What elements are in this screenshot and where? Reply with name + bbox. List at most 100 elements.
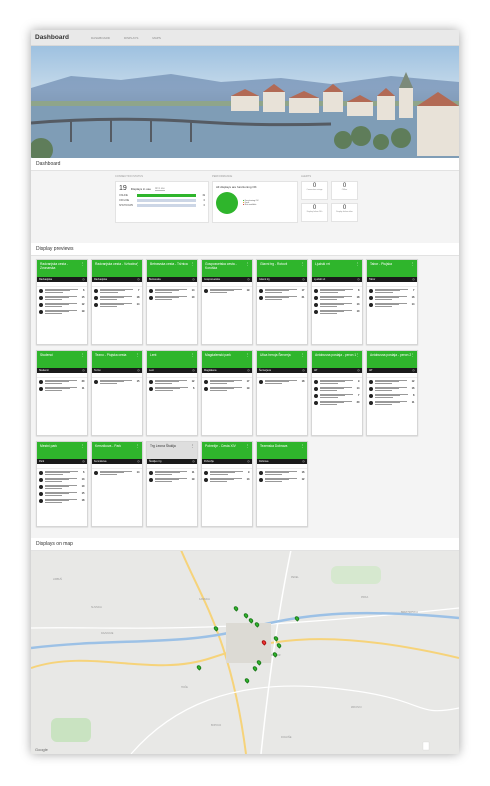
line-badge-icon [149, 477, 153, 482]
preview-stop-name: Park [39, 460, 45, 463]
line-badge-icon [369, 386, 373, 391]
display-preview-card[interactable]: Lent ⋮ Lent ◷ 12 6 [146, 350, 198, 436]
display-preview-card[interactable]: Kersnikova - Park ⋮ Kersnikova ◷ 14 [91, 441, 143, 527]
more-options-icon[interactable]: ⋮ [301, 262, 305, 266]
arrival-minutes: 8 [413, 394, 415, 397]
display-preview-card[interactable]: Ljudski vrt ⋮ Ljudski vrt ◷ 8 18 13 10 [311, 259, 363, 345]
status-row-label: ONLINE [119, 194, 128, 197]
more-options-icon[interactable]: ⋮ [136, 444, 140, 448]
clock-icon: ◷ [412, 278, 415, 281]
map-canvas[interactable]: Google LIMBUŠ SLIVNICA RAZVANJE HOČE BOH… [31, 538, 459, 754]
display-preview-card[interactable]: Avtobusna postaja - peron 2 ⋮ AP ◷ 12 16 8 11 [366, 350, 418, 436]
arrival-minutes: 15 [81, 296, 85, 299]
arrival-row: 10 [147, 294, 197, 301]
arrival-minutes: 16 [411, 387, 415, 390]
clock-icon: ◷ [192, 278, 195, 281]
more-options-icon[interactable]: ⋮ [81, 444, 85, 448]
clock-icon: ◷ [302, 278, 305, 281]
alerts-label: ALERTS [301, 175, 312, 178]
line-badge-icon [94, 295, 98, 300]
line-badge-icon [369, 379, 373, 384]
display-preview-card[interactable]: Radvanjska cesta - Vzhodna ⋮ Radvanjska ◷ 7… [91, 259, 143, 345]
arrival-minutes: 18 [81, 499, 85, 502]
more-options-icon[interactable]: ⋮ [136, 353, 140, 357]
display-preview-card[interactable]: Glavni trg - Rotovž ⋮ Glavni trg ◷ 17 21 [256, 259, 308, 345]
more-options-icon[interactable]: ⋮ [246, 444, 250, 448]
more-options-icon[interactable]: ⋮ [81, 353, 85, 357]
alert-tile[interactable]: 0 Connection outage [301, 181, 328, 200]
status-filter-select[interactable]: All in use [154, 187, 165, 191]
display-preview-card[interactable]: Tezenska Dobrava ⋮ Dobrava ◷ 16 12 [256, 441, 308, 527]
preview-title: Ulica heroja Šercerja [260, 353, 291, 357]
line-badge-icon [39, 379, 43, 384]
display-preview-card[interactable]: Radvanjska cesta - Zvonarska ⋮ Radvanjska ◷… [36, 259, 88, 345]
display-preview-card[interactable]: Avtobusna postaja - peron 1 ⋮ AP ◷ 9 14 7 20 [311, 350, 363, 436]
line-badge-icon [314, 288, 318, 293]
route-text [44, 303, 81, 307]
more-options-icon[interactable]: ⋮ [191, 353, 195, 357]
display-preview-card[interactable]: Magdalenski park ⋮ Magdalena ◷ 17 19 [201, 350, 253, 436]
preview-title: Avtobusna postaja - peron 1 [315, 353, 357, 357]
line-badge-icon [39, 295, 43, 300]
route-text [44, 485, 81, 489]
clock-icon: ◷ [137, 278, 140, 281]
map-label: KAMNICA [199, 598, 210, 601]
display-preview-card[interactable]: Trg Leona Štuklja ⋮ Štukljev trg ◷ 11 19 [146, 441, 198, 527]
arrival-row: 8 [312, 287, 362, 294]
preview-title: Radvanjska cesta - Vzhodna [95, 262, 137, 266]
more-options-icon[interactable]: ⋮ [356, 353, 360, 357]
route-text [99, 471, 136, 475]
nav-displays[interactable]: DISPLAYS [124, 36, 138, 40]
display-preview-card[interactable]: Tezno - Ptujska cesta ⋮ Tezno ◷ 15 [91, 350, 143, 436]
display-preview-card[interactable]: Ulica heroja Šercerja ⋮ Šercerjeva ◷ 18 [256, 350, 308, 436]
route-text [154, 380, 191, 384]
status-bar [137, 199, 196, 202]
clock-icon: ◷ [82, 369, 85, 372]
alert-tile[interactable]: 0 Display failure other [331, 203, 358, 222]
performance-card: All displays are functioning OK ■ Functi… [212, 181, 298, 223]
more-options-icon[interactable]: ⋮ [246, 262, 250, 266]
nav-dashboard[interactable]: DASHBOARD [91, 36, 110, 40]
arrival-row: 15 [37, 294, 87, 301]
arrival-row: 19 [37, 308, 87, 315]
display-preview-card[interactable]: Mestni park ⋮ Park ◷ 6 13 10 15 18 [36, 441, 88, 527]
arrival-row: 6 [37, 287, 87, 294]
more-options-icon[interactable]: ⋮ [136, 262, 140, 266]
alert-tile[interactable]: 0 Offline [331, 181, 358, 200]
line-badge-icon [259, 470, 263, 475]
display-preview-card[interactable]: Studenci ⋮ Studenci ◷ 20 11 [36, 350, 88, 436]
arrival-minutes: 14 [136, 303, 140, 306]
status-row: SHUTDOWN 0 [119, 204, 205, 207]
more-options-icon[interactable]: ⋮ [301, 444, 305, 448]
route-text [154, 296, 191, 300]
more-options-icon[interactable]: ⋮ [81, 262, 85, 266]
more-options-icon[interactable]: ⋮ [301, 353, 305, 357]
preview-title-bar: Radvanjska cesta - Zvonarska ⋮ [37, 260, 87, 277]
display-preview-card[interactable]: Pobrežje - Cesta XIV ⋮ Pobrežje ◷ 9 13 [201, 441, 253, 527]
arrival-minutes: 13 [246, 478, 250, 481]
map-section[interactable]: Displays on map Google LIMBUŠ SLIVNICA R… [31, 538, 459, 754]
more-options-icon[interactable]: ⋮ [191, 262, 195, 266]
arrival-row: 6 [37, 469, 87, 476]
alert-tile[interactable]: 0 Display failure 24h [301, 203, 328, 222]
more-options-icon[interactable]: ⋮ [356, 262, 360, 266]
arrival-row: 14 [92, 301, 142, 308]
more-options-icon[interactable]: ⋮ [411, 262, 415, 266]
display-preview-card[interactable]: Gosposvetska cesta - Koroška ⋮ Gosposvetsk… [201, 259, 253, 345]
preview-stop-name: Studenci [39, 369, 49, 372]
display-preview-card[interactable]: Tabor - Ptujska ⋮ Tabor ◷ 7 16 14 [366, 259, 418, 345]
display-preview-card[interactable]: Betnavska cesta - Tržnica ⋮ Betnavska ◷ 14 1… [146, 259, 198, 345]
route-text [154, 387, 192, 391]
nav-maps[interactable]: MAPS [152, 36, 161, 40]
preview-stop-name: Kersnikova [94, 460, 107, 463]
map-label: ZRKOVCI [351, 706, 362, 709]
route-text [319, 289, 357, 293]
more-options-icon[interactable]: ⋮ [246, 353, 250, 357]
arrival-minutes: 18 [136, 296, 140, 299]
preview-title-bar: Pobrežje - Cesta XIV ⋮ [202, 442, 252, 459]
more-options-icon[interactable]: ⋮ [191, 444, 195, 448]
arrival-minutes: 10 [81, 485, 85, 488]
line-badge-icon [39, 302, 43, 307]
route-text [99, 380, 136, 384]
more-options-icon[interactable]: ⋮ [411, 353, 415, 357]
